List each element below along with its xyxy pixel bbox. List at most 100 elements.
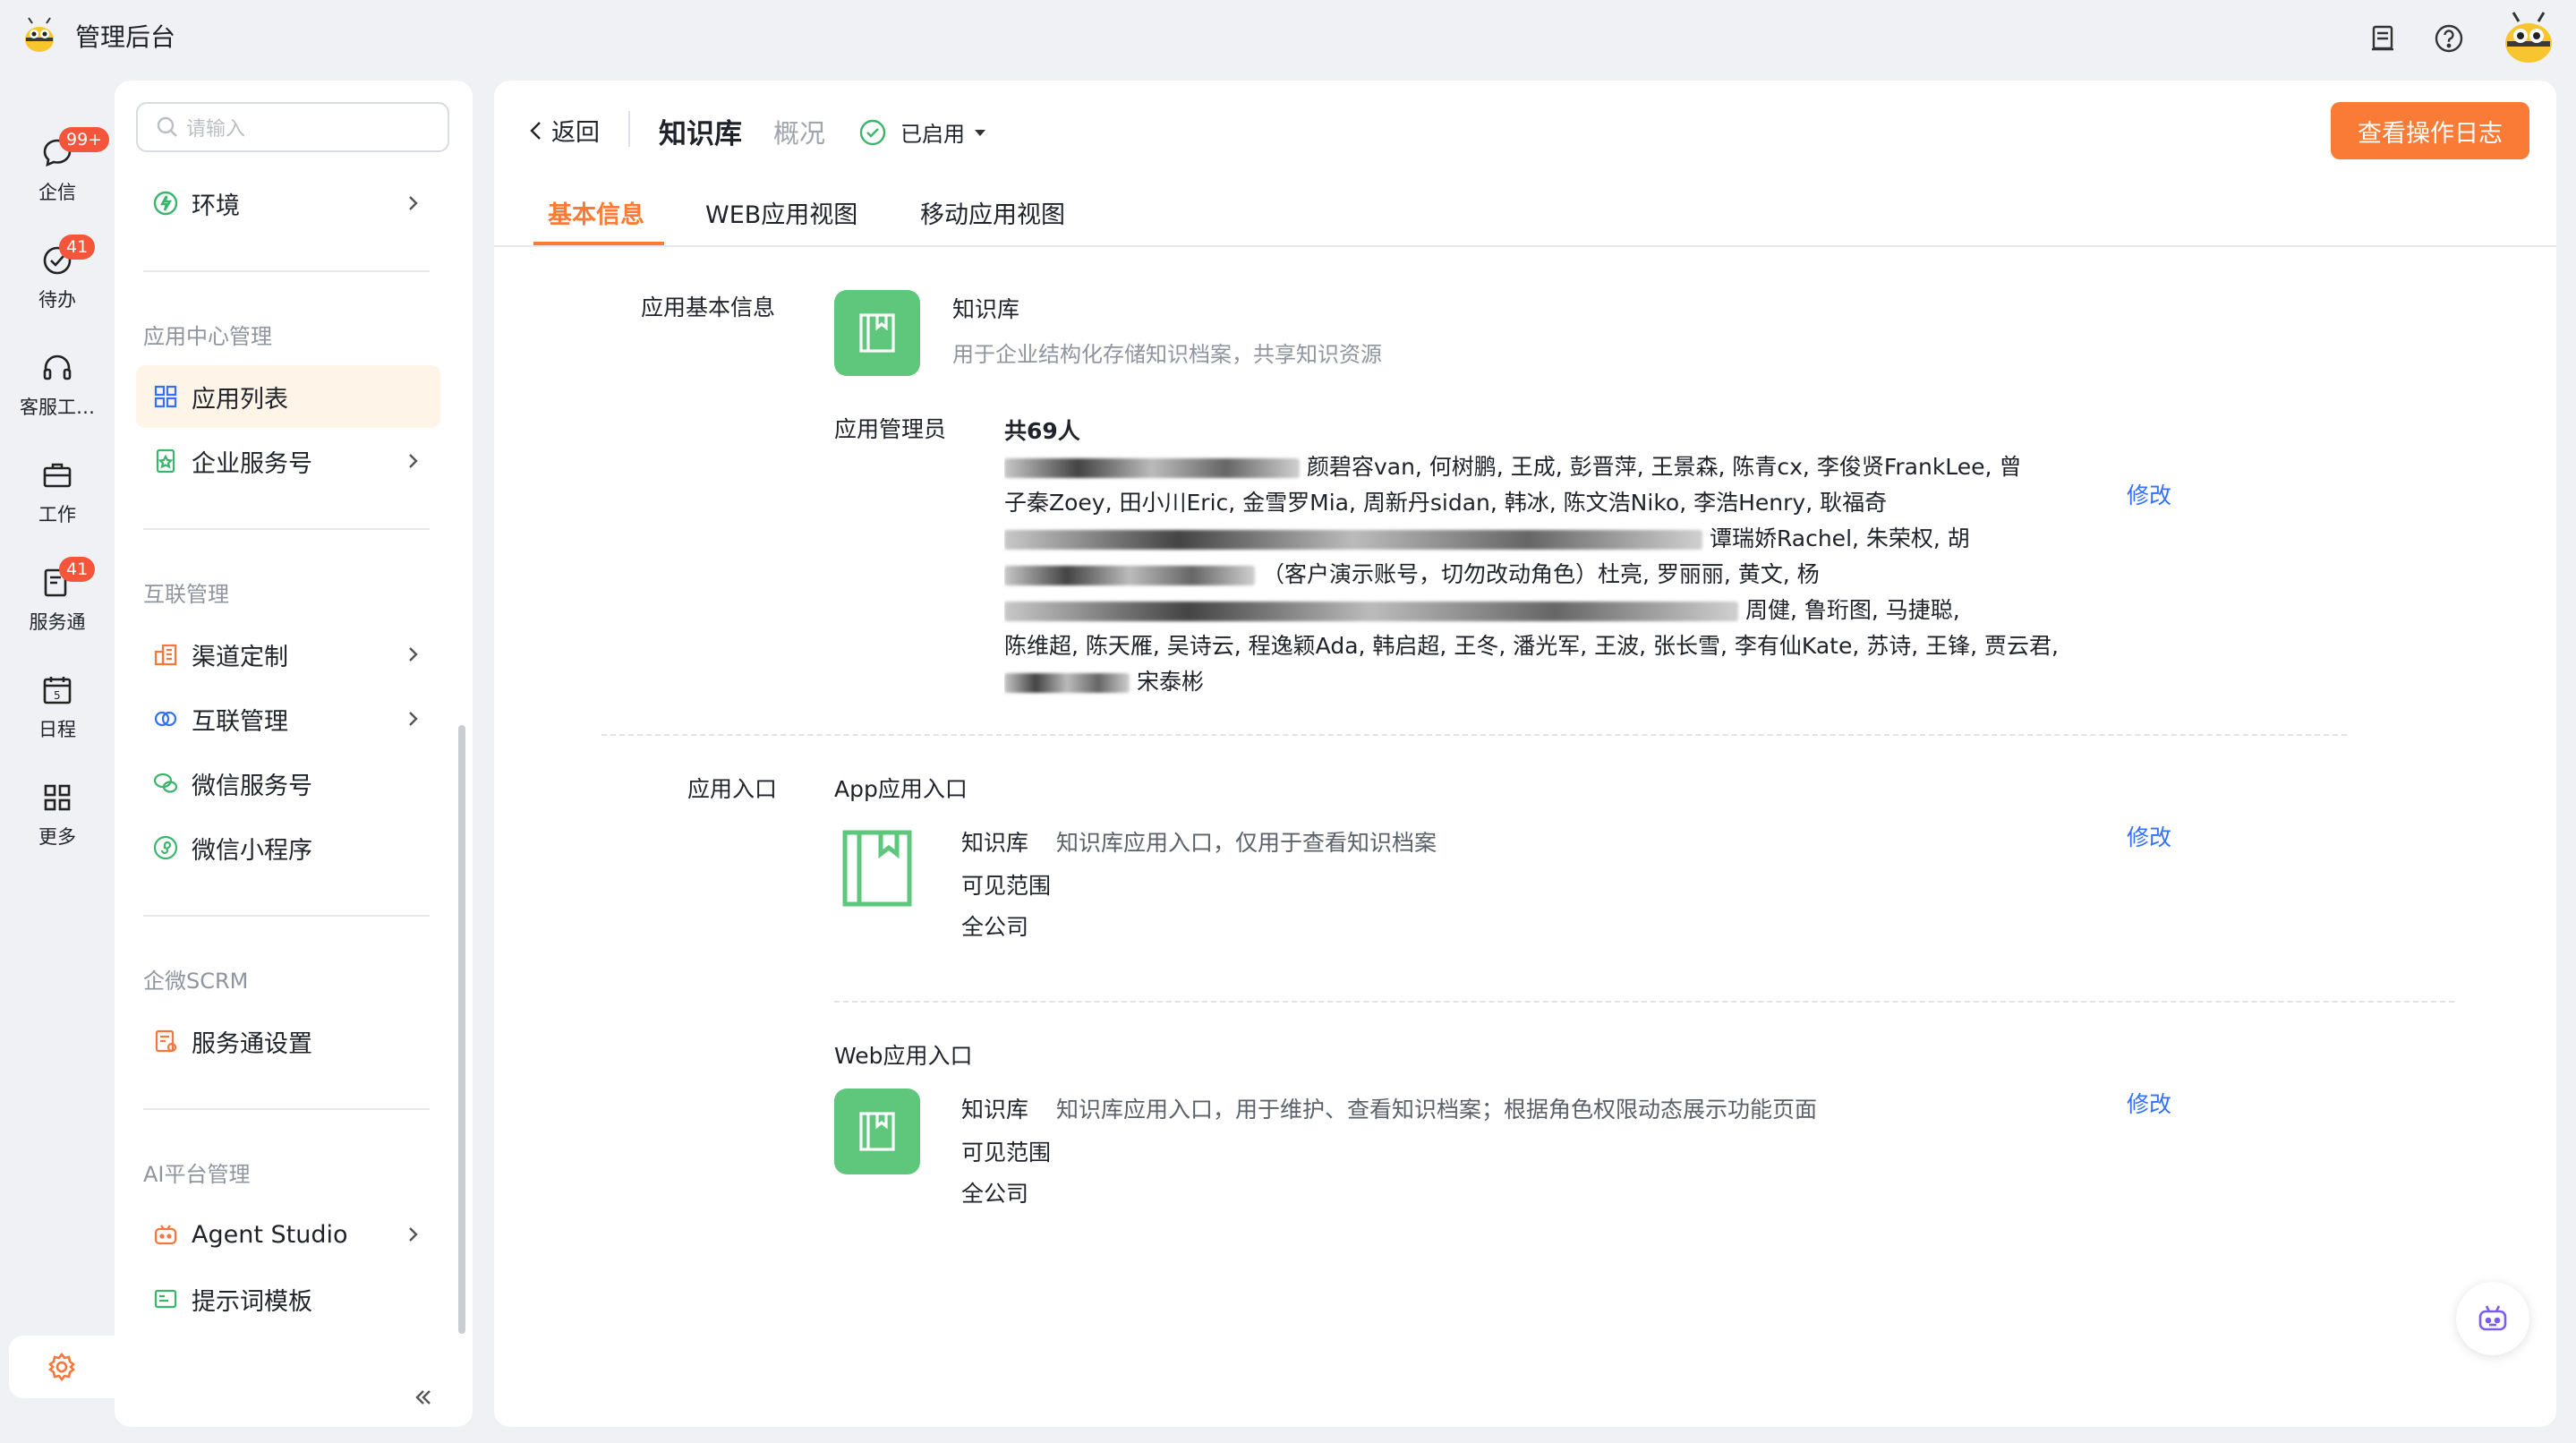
nav-group-interconnect: 互联管理 bbox=[143, 582, 229, 607]
status-dropdown[interactable]: 已启用 bbox=[857, 116, 988, 148]
rail-badge: 99+ bbox=[59, 127, 110, 152]
edit-web-entry-link[interactable]: 修改 bbox=[2127, 1087, 2171, 1119]
nav-item-app-list[interactable]: 应用列表 bbox=[136, 365, 440, 428]
settings-gear-button[interactable] bbox=[9, 1336, 115, 1398]
rail-label: 更多 bbox=[38, 826, 76, 848]
mini-program-icon bbox=[153, 835, 178, 860]
rail-label: 服务通 bbox=[29, 611, 86, 633]
briefcase-icon bbox=[43, 463, 72, 488]
rail-item-service[interactable]: 41 服务通 bbox=[0, 546, 115, 653]
headset-icon bbox=[43, 354, 72, 380]
web-entry-icon bbox=[834, 1089, 920, 1174]
svg-text:5: 5 bbox=[54, 689, 61, 702]
nav-item-interconnect-mgmt[interactable]: 互联管理 bbox=[136, 687, 440, 750]
divider bbox=[143, 1108, 430, 1110]
nav-item-label: 微信小程序 bbox=[192, 836, 312, 865]
nav-item-label: 环境 bbox=[192, 192, 240, 220]
nav-item-enterprise-service[interactable]: 企业服务号 bbox=[136, 430, 440, 492]
app-icon bbox=[834, 290, 920, 376]
rail-label: 企信 bbox=[38, 182, 76, 203]
nav-scrollbar[interactable] bbox=[458, 725, 465, 1334]
wechat-icon bbox=[153, 773, 178, 793]
nav-item-label: 应用列表 bbox=[192, 385, 288, 414]
web-scope-label: 可见范围 bbox=[961, 1140, 1052, 1166]
active-tab-indicator bbox=[533, 242, 664, 245]
chevron-right-icon bbox=[409, 647, 418, 662]
back-button[interactable]: 返回 bbox=[525, 113, 600, 148]
settings-doc-icon bbox=[155, 1029, 177, 1053]
divider bbox=[628, 111, 630, 147]
tab-mobile-view[interactable]: 移动应用视图 bbox=[920, 195, 1065, 230]
rail-label: 工作 bbox=[38, 504, 76, 525]
admin-line: 颜碧容van, 何树鹏, 王成, 彭晋萍, 王景森, 陈青cx, 李俊贤Fran… bbox=[1004, 449, 2078, 485]
left-rail: 99+ 企信 41 待办 客服工… 工作 41 服务通 5 日程 更多 bbox=[0, 116, 115, 868]
calendar-icon: 5 bbox=[43, 677, 72, 704]
nav-item-prompt-template[interactable]: 提示词模板 bbox=[136, 1268, 440, 1330]
nav-group-app-center: 应用中心管理 bbox=[143, 324, 272, 349]
chevron-right-icon bbox=[409, 454, 418, 468]
page-header: 返回 知识库 概况 已启用 查看操作日志 bbox=[494, 81, 2556, 179]
nav-item-wechat-mini[interactable]: 微信小程序 bbox=[136, 816, 440, 879]
admin-line: 子秦Zoey, 田小川Eric, 金雪罗Mia, 周新丹sidan, 韩冰, 陈… bbox=[1004, 490, 1888, 516]
admin-line: 陈维超, 陈天雁, 吴诗云, 程逸颖Ada, 韩启超, 王冬, 潘光军, 王波,… bbox=[1004, 633, 2059, 659]
building-icon bbox=[154, 644, 177, 666]
nav-item-label: 微信服务号 bbox=[192, 772, 312, 800]
chevron-left-icon bbox=[530, 121, 541, 140]
service-account-icon bbox=[156, 448, 175, 474]
rail-badge: 41 bbox=[59, 235, 96, 260]
nav-panel: 请输入 环境 应用中心管理 应用列表 企业服务号 互联管理 渠道定制 互联管理 … bbox=[115, 81, 473, 1427]
main-panel: 返回 知识库 概况 已启用 查看操作日志 基本信息 WEB应用视图 移动应用视图… bbox=[494, 81, 2556, 1427]
book-icon bbox=[859, 1112, 895, 1151]
tab-basic-info[interactable]: 基本信息 bbox=[548, 195, 644, 230]
overview-link[interactable]: 概况 bbox=[773, 113, 825, 150]
edit-admin-link[interactable]: 修改 bbox=[2127, 478, 2171, 510]
rail-item-todo[interactable]: 41 待办 bbox=[0, 224, 115, 331]
nav-item-label: 服务通设置 bbox=[192, 1029, 312, 1058]
app-entry-name: 知识库 bbox=[961, 830, 1029, 856]
chevron-right-icon bbox=[409, 712, 418, 726]
nav-item-label: 渠道定制 bbox=[192, 643, 288, 671]
collapse-icon[interactable] bbox=[410, 1384, 437, 1411]
admin-line: 宋泰彬 bbox=[1004, 664, 2078, 700]
rail-label: 待办 bbox=[38, 289, 76, 311]
link-rings-icon bbox=[154, 711, 177, 727]
chevron-right-icon bbox=[409, 196, 418, 210]
tab-web-view[interactable]: WEB应用视图 bbox=[705, 195, 857, 230]
robot-icon bbox=[154, 1225, 177, 1245]
divider bbox=[143, 270, 430, 272]
robot-icon bbox=[2478, 1305, 2507, 1331]
app-description: 用于企业结构化存储知识档案，共享知识资源 bbox=[952, 342, 1382, 367]
search-icon bbox=[157, 116, 177, 137]
admin-line: （客户演示账号，切勿改动角色）杜亮, 罗丽丽, 黄文, 杨 bbox=[1004, 557, 2078, 593]
nav-item-label: Agent Studio bbox=[192, 1220, 348, 1249]
rail-item-customer-service[interactable]: 客服工… bbox=[0, 331, 115, 439]
document-icon[interactable] bbox=[2367, 22, 2399, 55]
nav-item-agent-studio[interactable]: Agent Studio bbox=[136, 1203, 440, 1266]
admin-label: 应用管理员 bbox=[834, 416, 947, 442]
rail-item-chat[interactable]: 99+ 企信 bbox=[0, 116, 115, 224]
nav-item-label: 提示词模板 bbox=[192, 1287, 312, 1316]
app-name: 知识库 bbox=[952, 296, 1020, 322]
web-entry-title: Web应用入口 bbox=[834, 1043, 973, 1069]
check-circle-icon bbox=[859, 119, 886, 145]
help-icon[interactable] bbox=[2433, 22, 2465, 55]
view-log-button[interactable]: 查看操作日志 bbox=[2331, 102, 2529, 159]
search-input[interactable]: 请输入 bbox=[136, 102, 449, 152]
divider bbox=[143, 528, 430, 530]
grid-app-icon bbox=[154, 385, 177, 408]
book-icon bbox=[859, 313, 895, 353]
rail-item-work[interactable]: 工作 bbox=[0, 439, 115, 546]
rail-label: 日程 bbox=[38, 719, 76, 740]
admin-list: 颜碧容van, 何树鹏, 王成, 彭晋萍, 王景森, 陈青cx, 李俊贤Fran… bbox=[1004, 449, 2078, 700]
avatar[interactable] bbox=[2499, 9, 2558, 68]
rail-item-more[interactable]: 更多 bbox=[0, 761, 115, 868]
nav-item-label: 企业服务号 bbox=[192, 449, 312, 478]
nav-item-wechat-service[interactable]: 微信服务号 bbox=[136, 752, 440, 815]
edit-app-entry-link[interactable]: 修改 bbox=[2127, 820, 2171, 852]
nav-item-service-settings[interactable]: 服务通设置 bbox=[136, 1010, 440, 1072]
nav-item-env[interactable]: 环境 bbox=[136, 172, 440, 235]
nav-item-channel-custom[interactable]: 渠道定制 bbox=[136, 623, 440, 686]
assistant-bot-button[interactable] bbox=[2456, 1282, 2529, 1355]
rail-item-calendar[interactable]: 5 日程 bbox=[0, 653, 115, 761]
tab-bar: 基本信息 WEB应用视图 移动应用视图 bbox=[494, 179, 2556, 247]
